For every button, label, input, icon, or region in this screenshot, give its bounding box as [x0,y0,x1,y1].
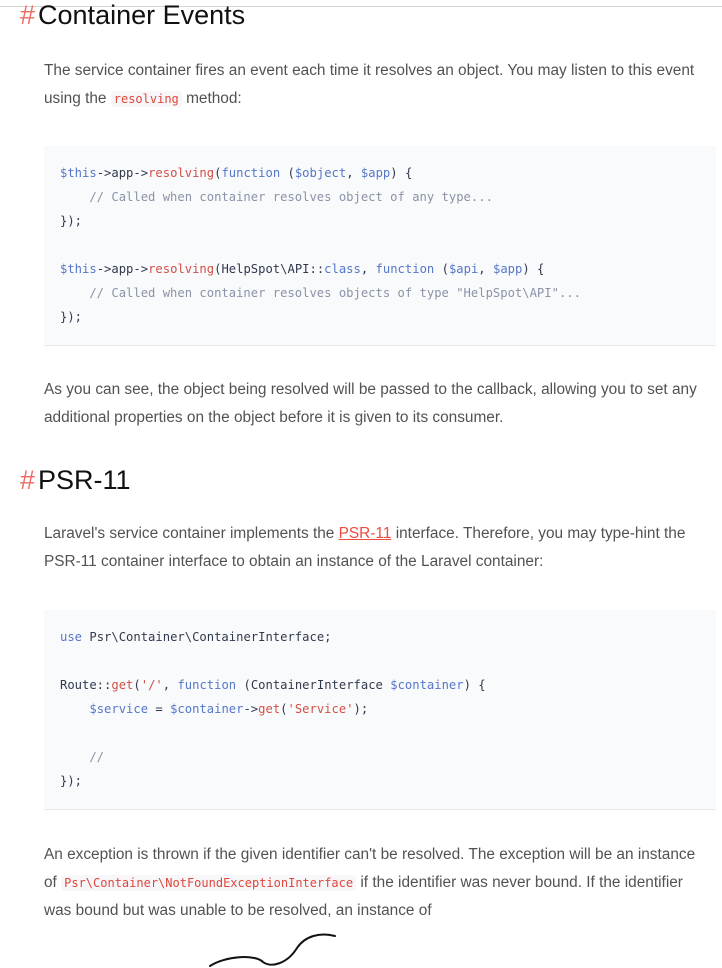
paragraph-text: method: [186,90,242,107]
inline-code-resolving: resolving [110,91,182,107]
code-line: // [60,750,105,764]
anchor-link-container-events[interactable]: # [20,0,35,30]
paragraph-psr-11-outro: An exception is thrown if the given iden… [44,841,712,925]
inline-code-not-found-exception: Psr\Container\NotFoundExceptionInterface [61,875,357,891]
paragraph-container-events-outro: As you can see, the object being resolve… [44,381,697,426]
code-line: // Called when container resolves object… [60,190,493,204]
code-line: }); [60,214,83,228]
code-block-psr-11: use Psr\Container\ContainerInterface; Ro… [44,610,716,810]
heading-container-events: # Container Events [20,0,245,31]
psr-11-link[interactable]: PSR-11 [339,525,392,542]
code-line: }); [60,310,83,324]
code-line: $service = $container->get('Service'); [89,702,369,716]
code-block-resolving: $this->app->resolving(function ($object,… [44,146,716,346]
heading-text: PSR-11 [38,465,131,495]
anchor-link-psr-11[interactable]: # [20,465,35,495]
code-line: // Called when container resolves object… [60,286,581,300]
code-line: use Psr\Container\ContainerInterface; [60,630,332,644]
paragraph-psr-11-intro: Laravel's service container implements t… [44,520,712,576]
heading-psr-11: # PSR-11 [20,465,131,496]
code-line: }); [60,774,83,788]
code-line: $this->app->resolving(HelpSpot\API::clas… [60,262,545,276]
handwritten-scribble [209,933,336,967]
code-line: Route::get('/', function (ContainerInter… [60,678,486,692]
code-line: $this->app->resolving(function ($object,… [60,166,413,180]
paragraph-text: Laravel's service container implements t… [44,525,335,542]
heading-text: Container Events [38,0,246,30]
paragraph-container-events-intro: The service container fires an event eac… [44,57,712,113]
